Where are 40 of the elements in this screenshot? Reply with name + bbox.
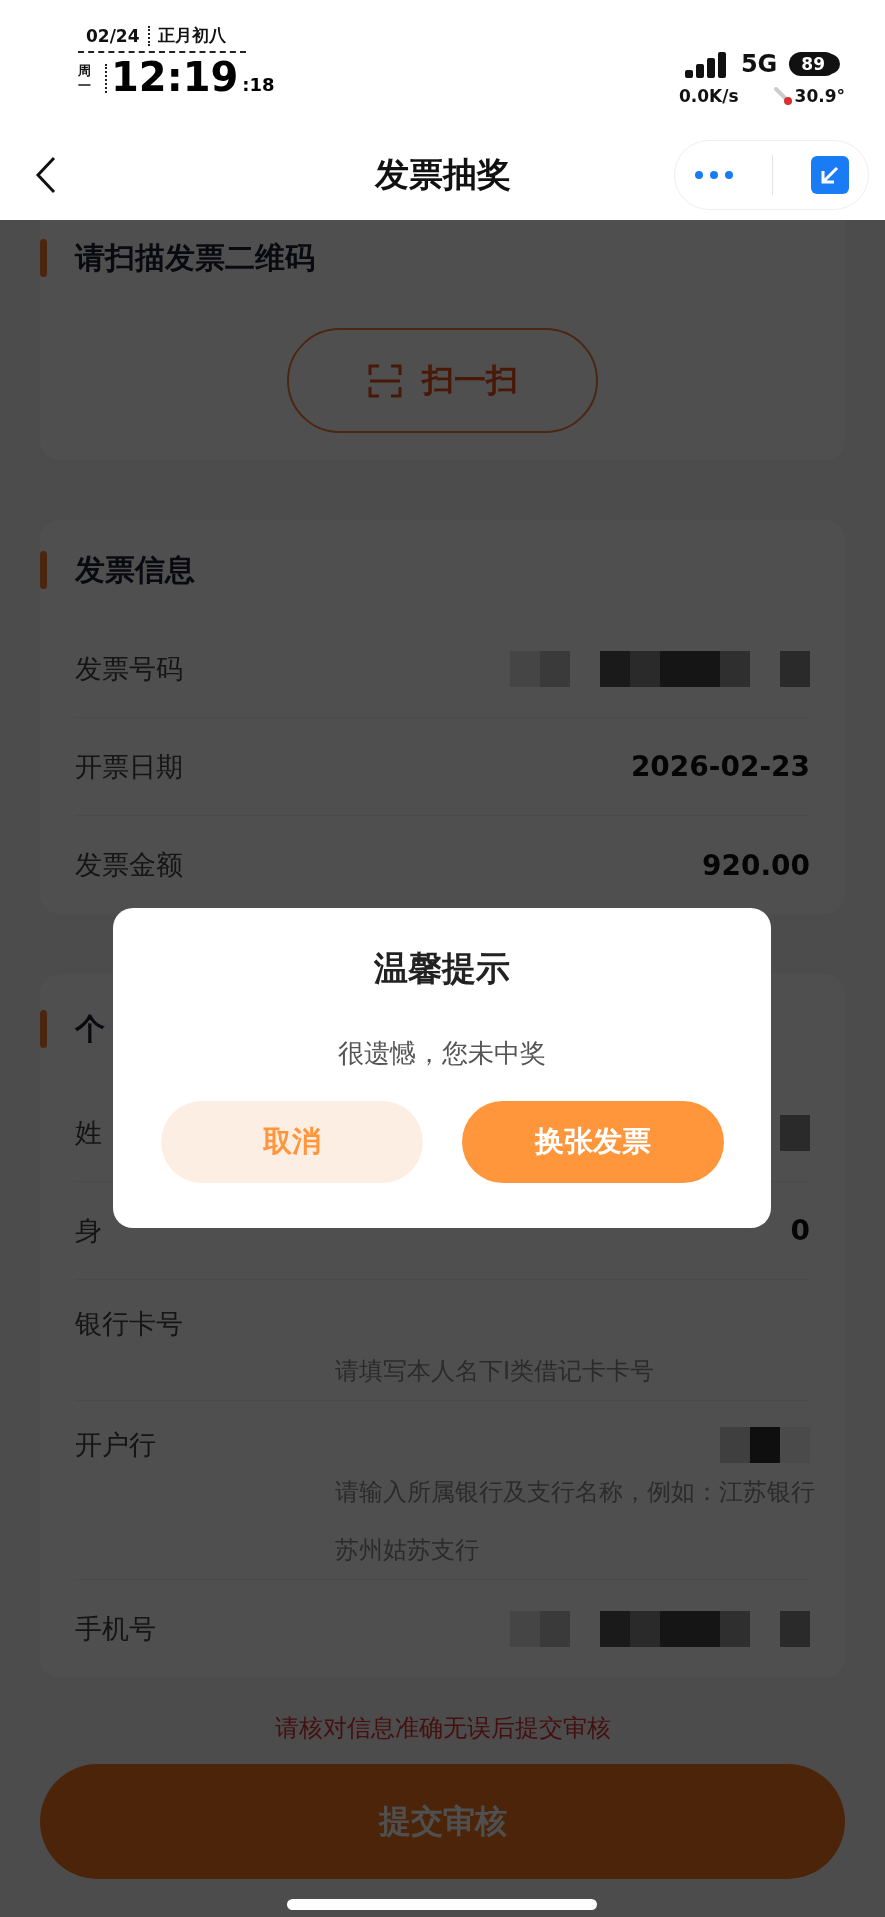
date-text: 02/24 [86,25,140,46]
field-label: 手机号 [75,1612,156,1646]
field-value: 920.00 [701,848,810,882]
section-title: 个 [75,1009,105,1048]
notice-text: 请核对信息准确无误后提交审核 [274,1713,611,1744]
field-label: 发票金额 [75,848,183,882]
scan-button[interactable]: 扫一扫 [287,328,598,433]
field-value: 0 [790,1214,810,1247]
thermometer-icon [772,86,793,106]
submit-button[interactable]: 提交审核 [40,1764,845,1879]
section-title: 发票信息 [75,550,195,589]
dialog-message: 很遗憾，您未中奖 [338,1037,546,1070]
network-speed: 0.0K/s [678,86,739,106]
field-label: 姓 [75,1115,102,1150]
dialog-title: 温馨提示 [374,947,510,990]
page-title: 发票抽奖 [374,153,511,196]
lunar-date: 正月初八 [157,24,226,47]
field-value: 2026-02-23 [630,750,810,783]
network-type: 5G [740,50,778,78]
accent-bar [40,239,47,277]
field-label: 身 [75,1213,102,1248]
clock-seconds: :18 [242,74,275,95]
accent-bar [40,551,47,589]
battery-level: 89 [789,52,837,76]
field-label: 发票号码 [75,651,183,686]
section-title: 请扫描发票二维码 [75,238,315,277]
minimize-icon[interactable] [811,156,849,194]
field-label: 开户行 [75,1428,156,1462]
weekday-text: 周一 [78,64,107,93]
temperature-text: 30.9° [794,86,845,106]
confirm-button[interactable]: 换张发票 [461,1101,724,1183]
clock-time: 12:19 [111,57,239,97]
more-icon[interactable] [694,170,734,180]
cancel-button[interactable]: 取消 [160,1101,423,1183]
field-label: 银行卡号 [75,1307,183,1341]
scan-icon [367,363,402,398]
accent-bar [40,1010,47,1048]
signal-icon [684,50,729,78]
back-icon[interactable] [34,155,58,195]
field-label: 开票日期 [75,749,183,784]
